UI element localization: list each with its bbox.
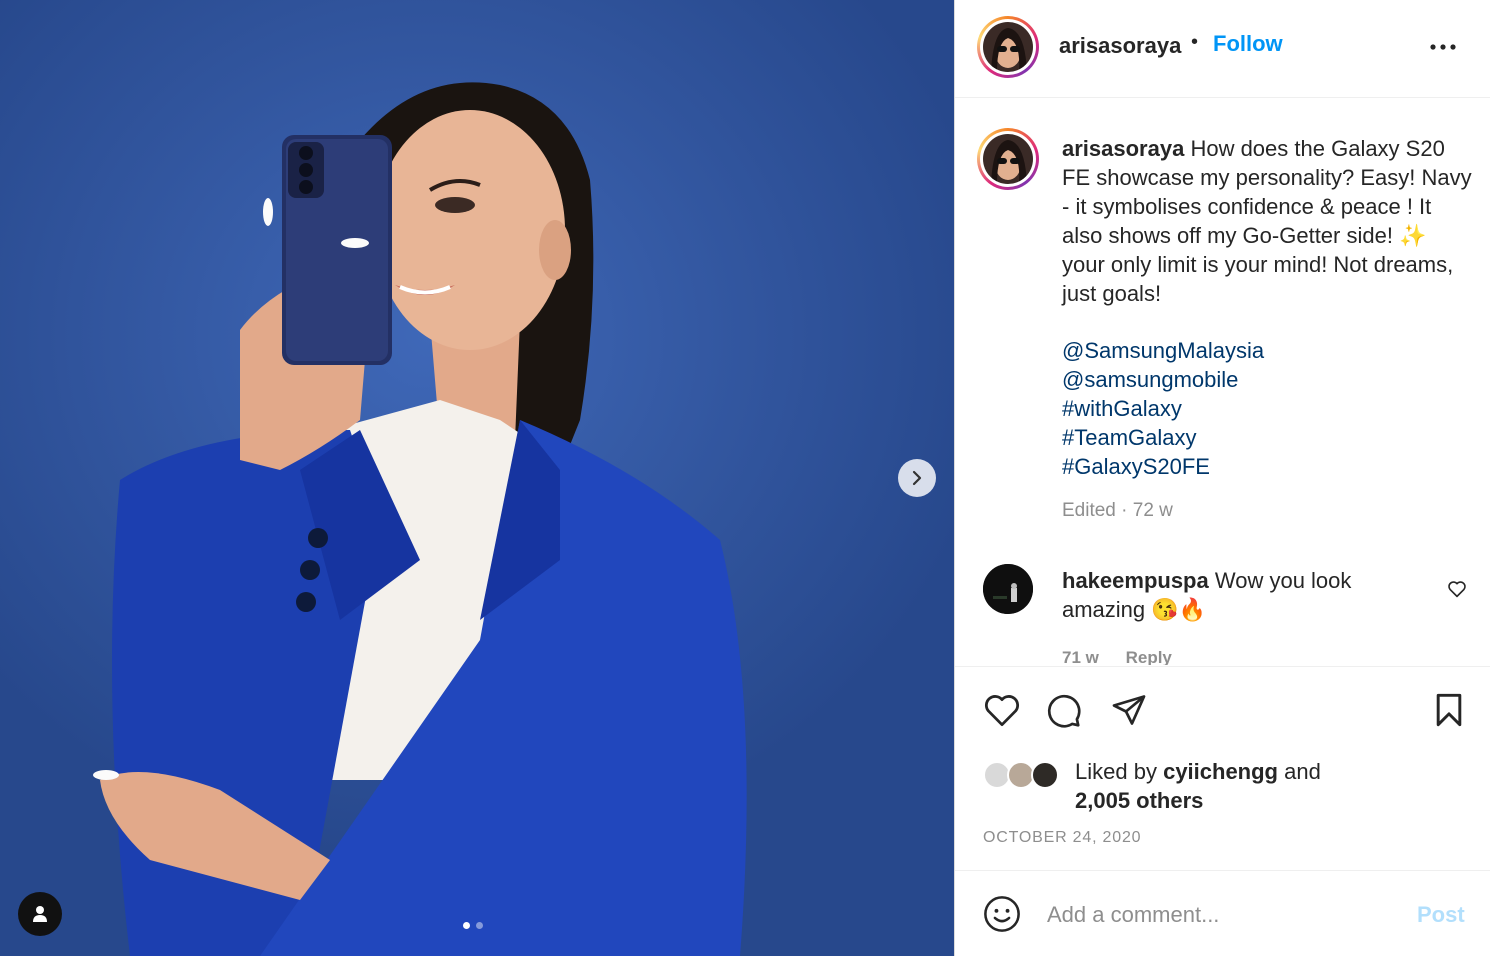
post-side-panel: arisasoraya • Follow arisasoraya How doe… [954, 0, 1490, 956]
separator-dot: • [1191, 31, 1199, 53]
carousel-dot [476, 922, 483, 929]
send-icon [1112, 695, 1146, 725]
post-image[interactable] [0, 0, 954, 956]
likes-prefix: Liked by [1075, 759, 1157, 784]
more-options-button[interactable] [1425, 32, 1461, 62]
caption-author-avatar[interactable] [977, 128, 1039, 190]
author-username[interactable]: arisasoraya [1059, 33, 1181, 59]
like-button[interactable] [983, 693, 1021, 732]
mention-link[interactable]: @samsungmobile [1062, 365, 1264, 394]
caption-tags: @SamsungMalaysia @samsungmobile #withGal… [1062, 336, 1264, 481]
bookmark-icon [1436, 693, 1462, 727]
avatar-photo [983, 134, 1033, 184]
follow-button[interactable]: Follow [1213, 31, 1283, 57]
post-header: arisasoraya • Follow [955, 0, 1490, 98]
comment-icon [1047, 694, 1081, 728]
caption-username[interactable]: arisasoraya [1062, 136, 1184, 161]
comment-reply-button[interactable]: Reply [1126, 648, 1172, 665]
add-comment-bar: Post [955, 870, 1490, 957]
comment-button[interactable] [1046, 693, 1082, 734]
comment-meta: 71 w Reply [1062, 648, 1194, 665]
tagged-users-button[interactable] [18, 892, 62, 936]
comment-item: hakeempuspa Wow you look amazing 😘🔥 [1062, 566, 1392, 624]
caption-edited-time: Edited · 72 w [1062, 500, 1173, 521]
next-image-button[interactable] [898, 459, 936, 497]
heart-icon [1448, 581, 1466, 598]
emoji-picker-button[interactable] [983, 895, 1021, 938]
caption-text: How does the Galaxy S20 FE showcase my p… [1062, 136, 1472, 306]
comment-input[interactable] [1045, 897, 1389, 933]
share-button[interactable] [1111, 693, 1147, 732]
comments-section[interactable]: arisasoraya How does the Galaxy S20 FE s… [955, 98, 1490, 665]
comment-username[interactable]: hakeempuspa [1062, 568, 1209, 593]
carousel-indicator [463, 922, 483, 929]
likes-and: and [1284, 759, 1321, 784]
mention-link[interactable]: @SamsungMalaysia [1062, 336, 1264, 365]
hashtag-link[interactable]: #TeamGalaxy [1062, 423, 1264, 452]
more-horizontal-icon [1430, 44, 1456, 50]
hashtag-link[interactable]: #withGalaxy [1062, 394, 1264, 423]
avatar-photo [983, 22, 1033, 72]
heart-icon [985, 695, 1019, 727]
post-actions: Liked by cyiichengg and 2,005 others OCT… [955, 666, 1490, 867]
post-photo-illustration [93, 82, 747, 956]
post-caption: arisasoraya How does the Galaxy S20 FE s… [1062, 134, 1472, 308]
avatar [1031, 761, 1059, 789]
hashtag-link[interactable]: #GalaxyS20FE [1062, 452, 1264, 481]
carousel-dot-active [463, 922, 470, 929]
likes-summary: Liked by cyiichengg and 2,005 others [1075, 757, 1395, 815]
smiley-icon [984, 896, 1020, 932]
comment-like-button[interactable] [1447, 580, 1467, 603]
likes-user-link[interactable]: cyiichengg [1163, 759, 1278, 784]
save-button[interactable] [1433, 693, 1465, 732]
author-avatar[interactable] [977, 16, 1039, 78]
avatar-photo [983, 564, 1033, 614]
chevron-right-icon [912, 470, 922, 486]
user-icon [33, 906, 47, 922]
commenter-avatar[interactable] [983, 564, 1033, 614]
comment-time: 71 w [1062, 648, 1099, 665]
post-comment-button[interactable]: Post [1417, 902, 1465, 928]
likes-others-link[interactable]: 2,005 others [1075, 788, 1203, 813]
post-date[interactable]: OCTOBER 24, 2020 [983, 829, 1141, 847]
